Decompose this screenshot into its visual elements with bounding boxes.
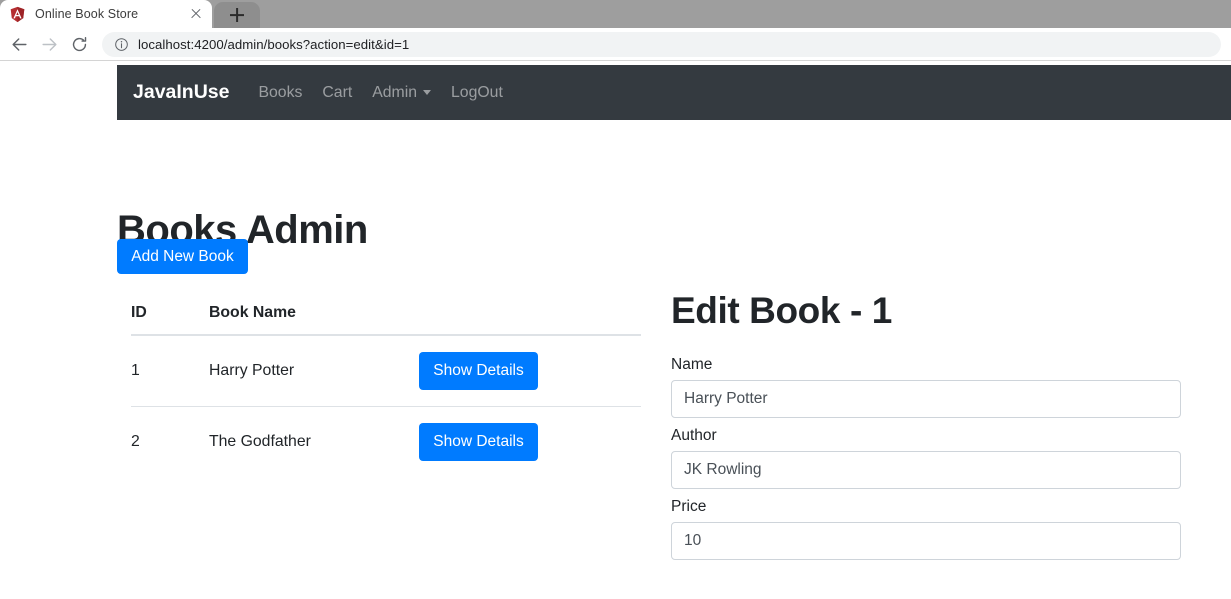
price-field[interactable] xyxy=(671,521,1181,560)
browser-toolbar: localhost:4200/admin/books?action=edit&i… xyxy=(0,28,1231,61)
forward-button[interactable] xyxy=(34,29,64,59)
chevron-down-icon xyxy=(423,90,432,95)
books-table: ID Book Name 1 Harry Potter Show Details xyxy=(131,293,641,477)
nav-link-admin[interactable]: Admin xyxy=(372,83,432,102)
browser-window: Online Book Store localhost:4200/admin/b… xyxy=(0,0,1231,599)
back-arrow-icon xyxy=(11,37,27,51)
table-row: 1 Harry Potter Show Details xyxy=(131,334,641,407)
nav-link-cart[interactable]: Cart xyxy=(322,84,352,102)
cell-book-name: The Godfather xyxy=(209,406,419,477)
books-table-container: ID Book Name 1 Harry Potter Show Details xyxy=(131,293,641,477)
tab-strip: Online Book Store xyxy=(0,0,1231,28)
back-button[interactable] xyxy=(4,29,34,59)
tab-title: Online Book Store xyxy=(35,7,139,21)
navbar-brand[interactable]: JavaInUse xyxy=(133,81,229,104)
cell-id: 2 xyxy=(131,406,209,477)
show-details-button[interactable]: Show Details xyxy=(419,352,538,390)
show-details-button[interactable]: Show Details xyxy=(419,423,538,461)
nav-link-books-label: Books xyxy=(258,83,303,101)
nav-link-cart-label: Cart xyxy=(322,83,353,101)
books-table-head: ID Book Name xyxy=(131,293,641,336)
edit-book-title: Edit Book - 1 xyxy=(671,290,892,331)
info-circle-icon[interactable] xyxy=(114,37,129,52)
nav-link-admin-label: Admin xyxy=(372,83,418,101)
angular-logo-icon xyxy=(10,6,25,22)
add-new-book-button[interactable]: Add New Book xyxy=(117,239,248,274)
browser-tab[interactable]: Online Book Store xyxy=(0,0,212,28)
label-author: Author xyxy=(671,426,717,444)
author-field[interactable] xyxy=(671,450,1181,489)
close-icon[interactable] xyxy=(188,6,204,22)
label-name: Name xyxy=(671,355,713,373)
table-header-row: ID Book Name xyxy=(131,293,641,336)
column-header-book-name: Book Name xyxy=(209,293,419,336)
books-table-body: 1 Harry Potter Show Details 2 The Godfat… xyxy=(131,334,641,477)
cell-id: 1 xyxy=(131,334,209,407)
label-price: Price xyxy=(671,497,707,515)
cell-book-name: Harry Potter xyxy=(209,334,419,407)
name-field[interactable] xyxy=(671,379,1181,418)
column-header-actions xyxy=(419,293,641,336)
cell-actions: Show Details xyxy=(419,406,641,477)
nav-link-logout-label: LogOut xyxy=(451,83,503,101)
nav-link-logout[interactable]: LogOut xyxy=(451,84,503,102)
forward-arrow-icon xyxy=(41,37,57,51)
table-row: 2 The Godfather Show Details xyxy=(131,406,641,477)
url-text: localhost:4200/admin/books?action=edit&i… xyxy=(138,36,410,52)
edit-book-form: Edit Book - 1 Name Author Price Save Boo… xyxy=(671,290,1181,598)
column-header-id: ID xyxy=(131,293,209,336)
site-navbar: JavaInUse Books Cart Admin LogOut xyxy=(117,65,1231,120)
reload-button[interactable] xyxy=(64,29,94,59)
address-bar[interactable]: localhost:4200/admin/books?action=edit&i… xyxy=(102,31,1221,57)
new-tab-button[interactable] xyxy=(214,2,260,28)
reload-icon xyxy=(72,36,86,51)
nav-link-books[interactable]: Books xyxy=(258,84,302,102)
page-viewport: JavaInUse Books Cart Admin LogOut Books … xyxy=(0,61,1231,598)
cell-actions: Show Details xyxy=(419,334,641,407)
